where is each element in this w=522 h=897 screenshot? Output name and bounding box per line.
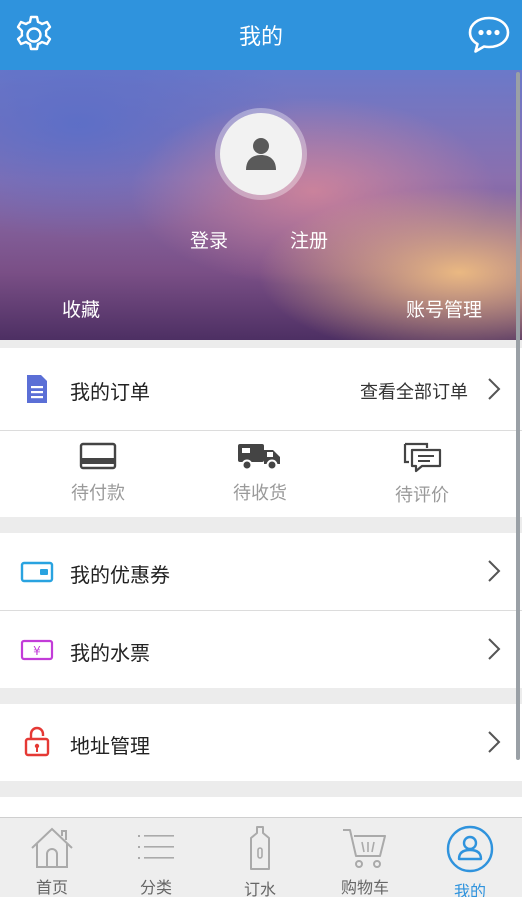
register-link[interactable]: 注册: [290, 226, 328, 253]
tab-label: 首页: [35, 878, 68, 897]
page-title: 我的: [238, 25, 283, 50]
ticket-icon: ¥: [20, 635, 54, 665]
account-manage-link[interactable]: 账号管理: [406, 295, 482, 322]
view-all-orders-link[interactable]: 查看全部订单: [360, 378, 468, 404]
truck-icon: [238, 444, 280, 471]
order-status-bar: 待付款 待收货 待评价: [0, 431, 522, 517]
chevron-right-icon: [488, 560, 501, 582]
address-manage-row[interactable]: 地址管理: [0, 704, 522, 781]
tab-label: 我的: [453, 882, 486, 897]
favorites-link[interactable]: 收藏: [62, 295, 100, 322]
chevron-right-icon: [488, 731, 501, 753]
tab-label: 购物车: [340, 878, 389, 897]
login-link[interactable]: 登录: [190, 226, 228, 253]
profile-banner: 登录 注册 收藏 账号管理: [0, 70, 522, 340]
tab-home[interactable]: 首页: [0, 818, 104, 897]
list-item: [0, 797, 522, 817]
top-bar: 我的: [0, 0, 522, 70]
svg-text:¥: ¥: [33, 644, 41, 658]
avatar[interactable]: [220, 113, 302, 195]
scrollbar[interactable]: [516, 72, 520, 760]
my-coupons-label: 我的优惠券: [70, 563, 170, 587]
review-icon: [403, 442, 442, 473]
tab-label: 分类: [139, 878, 172, 897]
my-orders-row[interactable]: 我的订单 查看全部订单: [0, 348, 522, 430]
chevron-right-icon: [488, 378, 501, 400]
tab-category[interactable]: 分类: [104, 818, 208, 897]
document-icon: [22, 374, 52, 404]
lock-icon: [22, 726, 52, 757]
status-pending-payment[interactable]: 待付款: [38, 441, 158, 505]
home-icon: [31, 827, 73, 868]
status-label: 待评价: [395, 485, 449, 506]
tab-label: 订水: [243, 880, 276, 897]
status-pending-review[interactable]: 待评价: [362, 441, 482, 507]
status-label: 待付款: [71, 483, 125, 504]
tab-profile[interactable]: 我的: [418, 818, 522, 897]
tab-order-water[interactable]: 订水: [208, 818, 312, 897]
gear-icon[interactable]: [12, 13, 56, 57]
my-water-tickets-row[interactable]: ¥ 我的水票: [0, 611, 522, 688]
tab-cart[interactable]: 购物车: [313, 818, 417, 897]
category-icon: [138, 835, 174, 859]
card-icon: [79, 442, 117, 470]
wallet-icon: [20, 557, 54, 587]
chat-icon[interactable]: [466, 13, 512, 57]
address-manage-label: 地址管理: [70, 734, 150, 758]
user-icon: [246, 138, 276, 170]
bottom-tab-bar: 首页 分类 订水 购物车 我的: [0, 817, 522, 897]
status-label: 待收货: [233, 483, 287, 504]
my-coupons-row[interactable]: 我的优惠券: [0, 533, 522, 610]
status-pending-receipt[interactable]: 待收货: [200, 441, 320, 505]
water-bottle-icon: [250, 826, 270, 870]
cart-icon: [343, 829, 386, 868]
my-orders-label: 我的订单: [70, 380, 150, 404]
my-water-tickets-label: 我的水票: [70, 641, 150, 665]
profile-icon: [446, 825, 494, 873]
chevron-right-icon: [488, 638, 501, 660]
